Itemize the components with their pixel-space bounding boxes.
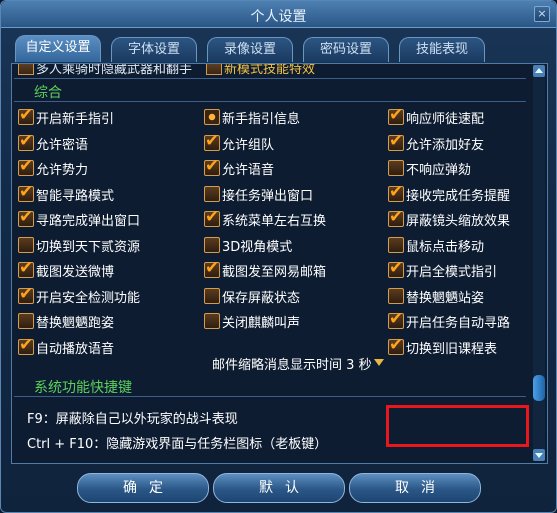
option-label: 替换魍魉跑姿 <box>36 316 115 331</box>
option-label: 自动播放语音 <box>36 341 115 357</box>
option-label: 接任务弹出窗口 <box>222 188 314 204</box>
scroll-down-icon[interactable] <box>533 449 545 461</box>
footer-buttons: 确定 默认 取消 <box>11 469 546 505</box>
section-title-general: 综合 <box>34 85 62 101</box>
dropdown-arrow-icon[interactable] <box>374 359 384 366</box>
divider <box>14 396 526 397</box>
scrollbar[interactable] <box>533 65 545 461</box>
option-label: 允许组队 <box>222 137 275 153</box>
checkbox[interactable] <box>388 182 404 202</box>
option-label: 接收完成任务提醒 <box>406 188 511 204</box>
checkbox[interactable] <box>388 105 404 125</box>
checkbox[interactable] <box>18 156 34 176</box>
settings-panel: 多人乘骑时隐藏武器和翻手 新模式技能特效 综合 邮件缩略消息显示时间 3 秒 系… <box>11 63 548 464</box>
mail-display-unit: 秒 <box>358 358 372 373</box>
shortcut-line: F9：屏蔽除自己以外玩家的战斗表现 <box>27 412 238 427</box>
tab-skill-effects[interactable]: 技能表现 <box>399 37 485 62</box>
option-label: 允许添加好友 <box>406 137 485 153</box>
checkbox[interactable] <box>388 287 404 304</box>
checkbox[interactable] <box>204 207 220 227</box>
tab-recording-settings[interactable]: 录像设置 <box>207 37 293 62</box>
option-label: 新模式技能特效 <box>224 64 316 77</box>
info-circle-icon[interactable] <box>204 109 220 125</box>
section-title-shortcuts: 系统功能快捷键 <box>34 380 132 396</box>
option-label: 智能寻路模式 <box>36 188 115 204</box>
close-icon[interactable]: × <box>534 6 550 22</box>
option-label: 开启新手指引 <box>36 112 115 127</box>
option-label: 允许密语 <box>36 137 89 153</box>
checkbox[interactable] <box>204 156 220 176</box>
mail-display-time-select[interactable]: 邮件缩略消息显示时间 3 秒 <box>212 354 372 373</box>
checkbox[interactable] <box>204 287 220 304</box>
option-label: 开启任务自动寻路 <box>406 316 511 331</box>
option-label: 新手指引信息 <box>222 112 301 127</box>
option-label: 替换魍魉站姿 <box>406 290 485 306</box>
scroll-thumb[interactable] <box>533 375 545 401</box>
option-label: 多人乘骑时隐藏武器和翻手 <box>36 64 193 77</box>
ok-button[interactable]: 确定 <box>77 473 209 503</box>
option-label: 系统菜单左右互换 <box>222 214 327 229</box>
checkbox[interactable] <box>206 64 222 75</box>
tab-password-settings[interactable]: 密码设置 <box>303 37 389 62</box>
checkbox[interactable] <box>204 236 220 253</box>
checkbox[interactable] <box>18 258 34 278</box>
checkbox[interactable] <box>18 284 34 304</box>
option-label: 截图发至网易邮箱 <box>222 265 327 280</box>
option-label: 保存屏蔽状态 <box>222 290 301 306</box>
checkbox[interactable] <box>18 335 34 355</box>
checkbox[interactable] <box>388 309 404 329</box>
settings-window: 个人设置 × 自定义设置 字体设置 录像设置 密码设置 技能表现 多人乘骑时隐藏… <box>0 0 557 513</box>
option-label: 屏蔽镜头缩放效果 <box>406 214 511 229</box>
default-button[interactable]: 默认 <box>213 473 345 503</box>
checkbox[interactable] <box>18 236 34 253</box>
checkbox[interactable] <box>204 258 220 278</box>
option-label: 开启全模式指引 <box>406 265 498 280</box>
option-label: 允许势力 <box>36 163 89 178</box>
checkbox[interactable] <box>204 131 220 151</box>
title-bar[interactable]: 个人设置 × <box>1 1 556 28</box>
option-label: 3D视角模式 <box>222 239 293 255</box>
checkbox[interactable] <box>388 236 404 253</box>
scroll-up-icon[interactable] <box>533 65 545 77</box>
option-label: 响应师徒速配 <box>406 112 485 127</box>
checkbox[interactable] <box>18 182 34 202</box>
mail-display-value: 3 <box>346 358 355 373</box>
option-label: 开启安全检测功能 <box>36 290 141 306</box>
checkbox[interactable] <box>18 131 34 151</box>
option-label: 允许语音 <box>222 163 275 178</box>
checkbox[interactable] <box>388 160 404 176</box>
divider <box>14 101 526 102</box>
checkbox[interactable] <box>204 313 220 329</box>
checkbox[interactable] <box>204 185 220 202</box>
shortcut-line: Ctrl + F10：隐藏游戏界面与任务栏图标（老板键） <box>27 437 328 452</box>
checkbox[interactable] <box>18 64 34 75</box>
checkbox[interactable] <box>388 335 404 355</box>
option-label: 切换到天下贰资源 <box>36 239 141 255</box>
checkbox[interactable] <box>388 207 404 227</box>
highlight-box <box>386 405 529 447</box>
tab-custom-settings[interactable]: 自定义设置 <box>15 35 101 62</box>
option-label: 寻路完成弹出窗口 <box>36 214 141 229</box>
option-label: 不响应弹劾 <box>406 163 472 178</box>
checkbox[interactable] <box>18 105 34 125</box>
option-label: 鼠标点击移动 <box>406 239 485 255</box>
checkbox[interactable] <box>18 313 34 329</box>
window-title: 个人设置 <box>250 9 307 25</box>
option-label: 切换到旧课程表 <box>406 341 498 357</box>
checkbox[interactable] <box>388 131 404 151</box>
cancel-button[interactable]: 取消 <box>349 473 481 503</box>
mail-display-label: 邮件缩略消息显示时间 <box>212 358 343 373</box>
clipped-top-row: 多人乘骑时隐藏武器和翻手 新模式技能特效 <box>12 64 532 78</box>
checkbox[interactable] <box>388 258 404 278</box>
divider <box>14 78 526 79</box>
tab-font-settings[interactable]: 字体设置 <box>111 37 197 62</box>
checkbox[interactable] <box>18 207 34 227</box>
option-label: 截图发送微博 <box>36 265 115 280</box>
option-label: 关闭麒麟叫声 <box>222 316 301 331</box>
